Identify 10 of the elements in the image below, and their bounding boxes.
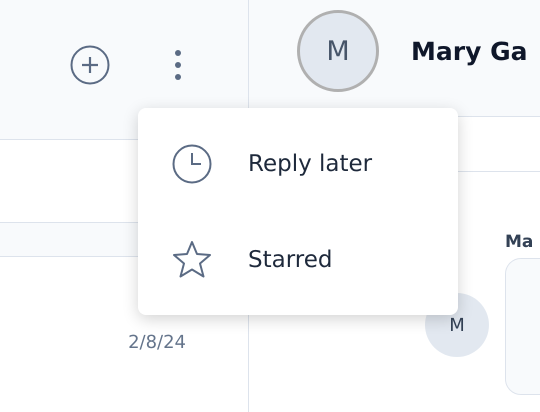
- clock-icon: [172, 144, 212, 184]
- conversation-date: 2/8/24: [128, 332, 186, 352]
- star-icon: [172, 240, 212, 280]
- more-icon: [174, 48, 182, 80]
- contact-name: Mary Ga: [411, 36, 528, 66]
- contact-avatar: M: [297, 10, 379, 92]
- add-button[interactable]: [70, 44, 110, 84]
- menu-item[interactable]: Reply later: [138, 116, 458, 212]
- add-icon: [70, 44, 110, 84]
- sender-name: Ma: [505, 232, 534, 252]
